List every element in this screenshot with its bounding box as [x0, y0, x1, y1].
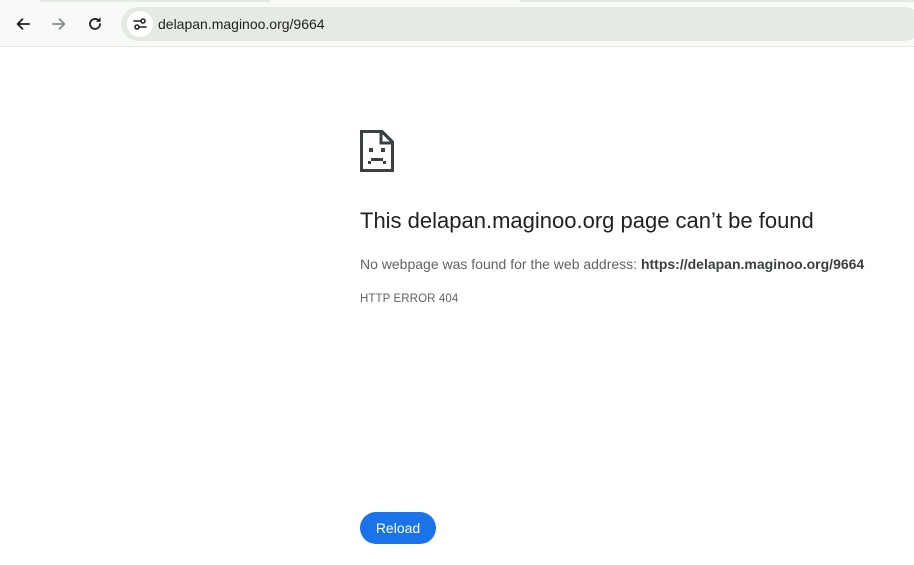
- error-heading: This delapan.maginoo.org page can’t be f…: [360, 208, 814, 233]
- url-text[interactable]: delapan.maginoo.org/9664: [158, 16, 325, 32]
- site-info-button[interactable]: [127, 11, 153, 37]
- tab-strip-edge: [40, 0, 270, 2]
- error-description: No webpage was found for the web address…: [360, 256, 864, 272]
- tab-strip-edge: [520, 0, 914, 2]
- error-code: HTTP ERROR 404: [360, 293, 459, 305]
- back-button[interactable]: [9, 10, 37, 38]
- forward-button[interactable]: [45, 10, 73, 38]
- arrow-left-icon: [16, 18, 30, 30]
- address-bar[interactable]: delapan.maginoo.org/9664: [121, 7, 914, 41]
- reload-page-button[interactable]: [81, 10, 109, 38]
- reload-button[interactable]: Reload: [360, 512, 436, 544]
- description-url: https://delapan.maginoo.org/9664: [640, 256, 865, 272]
- sad-document-icon: [360, 130, 394, 177]
- refresh-icon: [89, 17, 101, 30]
- description-prefix: No webpage was found for the web address…: [360, 256, 641, 272]
- arrow-right-icon: [52, 18, 66, 30]
- tune-icon: [133, 18, 147, 30]
- browser-toolbar: delapan.maginoo.org/9664: [0, 0, 914, 47]
